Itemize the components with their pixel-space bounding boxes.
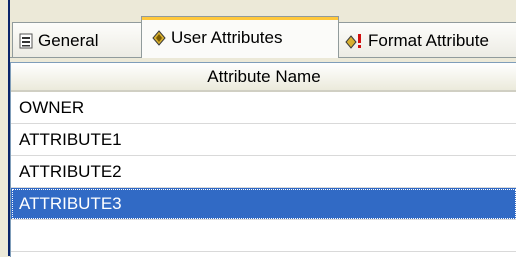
tab-user-attributes-label: User Attributes [171, 27, 283, 47]
table-row[interactable]: ATTRIBUTE1 [11, 124, 516, 156]
tab-format-attribute-label: Format Attribute [368, 30, 489, 50]
table-row-empty[interactable] [11, 220, 516, 252]
table-row[interactable]: ATTRIBUTE2 [11, 156, 516, 188]
attribute-grid: Attribute Name OWNER ATTRIBUTE1 ATTRIBUT… [10, 62, 516, 257]
diamond-exclamation-icon [345, 33, 363, 49]
table-row[interactable]: OWNER [11, 92, 516, 124]
list-icon [19, 33, 33, 49]
tab-general-label: General [38, 30, 99, 50]
table-row-selected[interactable]: ATTRIBUTE3 [11, 188, 516, 220]
window-frame [0, 0, 10, 256]
tab-format-attribute[interactable]: Format Attribute [338, 22, 516, 58]
diamond-icon [152, 29, 166, 46]
column-header-attribute-name[interactable]: Attribute Name [11, 63, 516, 92]
tab-strip: General User Attributes Format Attribute [10, 0, 516, 58]
tab-user-attributes[interactable]: User Attributes [141, 16, 339, 58]
tab-general[interactable]: General [12, 22, 142, 58]
